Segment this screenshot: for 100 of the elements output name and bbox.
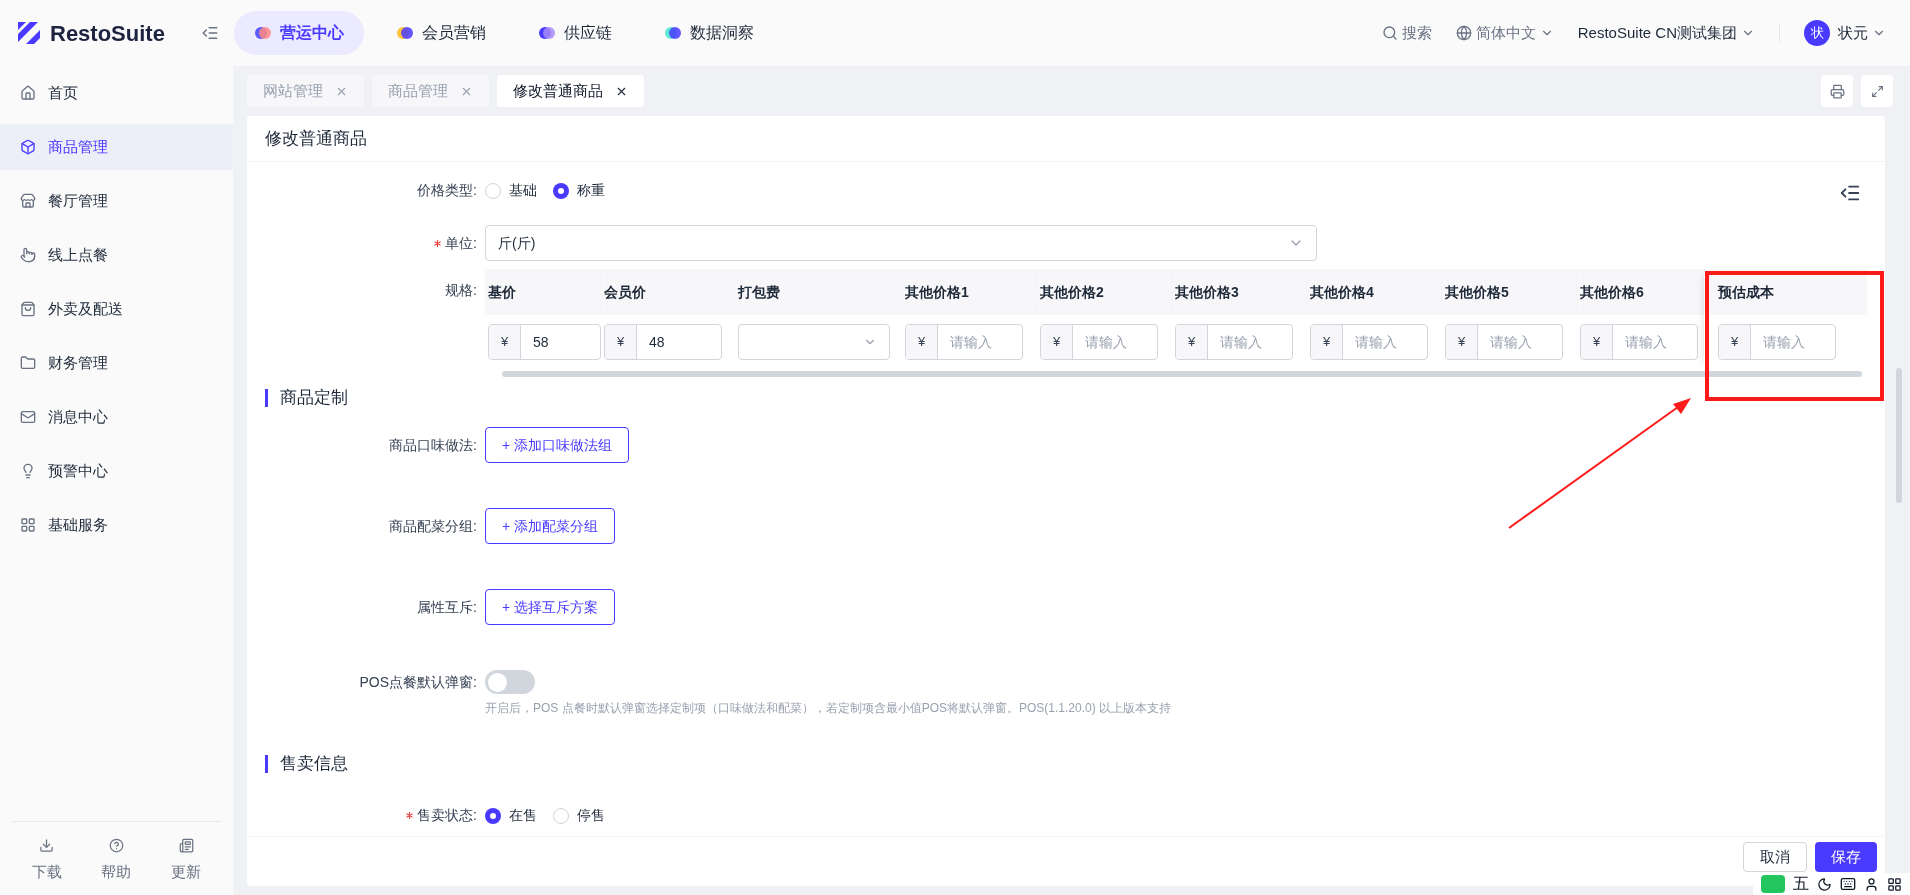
field-label: 单位: xyxy=(445,233,477,253)
price-field[interactable]: ¥ 48 xyxy=(604,324,722,360)
price-field[interactable]: ¥ 请输入 xyxy=(1445,324,1563,360)
footer-item-icon xyxy=(109,837,124,853)
app-icon xyxy=(538,24,556,42)
app-icon xyxy=(396,24,414,42)
radio-option[interactable]: 称重 xyxy=(553,180,605,201)
fullscreen-button[interactable] xyxy=(1861,75,1893,107)
cancel-button[interactable]: 取消 xyxy=(1743,842,1807,872)
currency-prefix: ¥ xyxy=(906,325,938,359)
organization-selector[interactable]: RestoSuite CN测试集团 xyxy=(1577,21,1755,45)
menu-item-icon xyxy=(20,517,36,533)
top-nav-tab[interactable]: 数据洞察 xyxy=(644,11,774,55)
table-header-cell: 其他价格2 xyxy=(1037,269,1172,315)
currency-prefix: ¥ xyxy=(1041,325,1073,359)
price-field[interactable]: ¥ 58 xyxy=(488,324,601,360)
menu-item-icon xyxy=(20,409,36,425)
top-nav-tab[interactable]: 供应链 xyxy=(518,11,632,55)
sidebar-footer-button[interactable]: 下载 xyxy=(31,837,62,883)
globe-icon xyxy=(1455,25,1472,41)
price-field[interactable]: ¥ 请输入 xyxy=(1718,324,1836,360)
menu-item-icon xyxy=(20,301,36,317)
sidebar-item[interactable]: 财务管理 xyxy=(0,340,233,386)
grid-icon[interactable] xyxy=(1887,876,1902,892)
user-menu[interactable]: 状元 xyxy=(1838,21,1886,45)
sidebar-item[interactable]: 消息中心 xyxy=(0,394,233,440)
footer-item-icon xyxy=(39,837,55,853)
currency-prefix: ¥ xyxy=(489,325,521,359)
sidebar-item[interactable]: 商品管理 xyxy=(0,124,233,170)
sidebar-footer-button[interactable]: 更新 xyxy=(171,837,202,883)
table-header-cell: 其他价格3 xyxy=(1172,269,1307,315)
save-button[interactable]: 保存 xyxy=(1815,842,1877,872)
table-header-cell: 打包费 xyxy=(735,269,902,315)
language-selector[interactable]: 简体中文 xyxy=(1455,21,1554,45)
sidebar-item[interactable]: 首页 xyxy=(0,70,233,116)
field-label: 价格类型: xyxy=(417,181,477,200)
currency-prefix: ¥ xyxy=(1176,325,1208,359)
price-field[interactable]: ¥ 请输入 xyxy=(1310,324,1428,360)
menu-item-icon xyxy=(20,139,36,155)
top-nav-tab[interactable]: 营运中心 xyxy=(234,11,364,55)
sidebar-item[interactable]: 餐厅管理 xyxy=(0,178,233,224)
currency-prefix: ¥ xyxy=(1719,325,1751,359)
ime-mode-label[interactable]: 五 xyxy=(1793,872,1809,895)
price-field[interactable]: ¥ 请输入 xyxy=(1580,324,1698,360)
toggle-switch[interactable] xyxy=(485,670,535,694)
print-button[interactable] xyxy=(1821,75,1853,107)
logo-text: RestoSuite xyxy=(50,19,165,48)
table-header-cell: 基价 xyxy=(485,269,601,315)
unit-select[interactable]: 斤(斤) xyxy=(485,225,1317,261)
top-nav-tab[interactable]: 会员营销 xyxy=(376,11,506,55)
radio-option[interactable]: 基础 xyxy=(485,180,537,201)
user-icon[interactable] xyxy=(1864,876,1879,892)
currency-prefix: ¥ xyxy=(605,325,637,359)
field-label: 属性互斥: xyxy=(417,597,477,617)
field-label: 商品口味做法: xyxy=(389,435,477,455)
add-option-button[interactable]: + 添加口味做法组 xyxy=(485,427,630,463)
menu-item-icon xyxy=(20,193,36,209)
price-field[interactable]: ¥ 请输入 xyxy=(1040,324,1158,360)
app-icon xyxy=(664,24,682,42)
price-field[interactable]: ¥ 请输入 xyxy=(905,324,1023,360)
radio-option[interactable]: 停售 xyxy=(553,805,605,826)
sidebar-item[interactable]: 预警中心 xyxy=(0,448,233,494)
section-title: 售卖信息 xyxy=(265,755,348,773)
select-field[interactable] xyxy=(738,324,890,360)
app-icon xyxy=(254,24,272,42)
user-avatar[interactable]: 状 xyxy=(1804,20,1830,46)
table-header-cell: 其他价格4 xyxy=(1307,269,1442,315)
add-option-button[interactable]: + 选择互斥方案 xyxy=(485,589,616,625)
menu-item-icon xyxy=(20,463,36,479)
search-button[interactable]: 搜索 xyxy=(1381,21,1432,45)
fullscreen-icon xyxy=(1870,84,1884,98)
moon-icon[interactable] xyxy=(1817,876,1832,892)
currency-prefix: ¥ xyxy=(1311,325,1343,359)
horizontal-scrollbar[interactable] xyxy=(502,371,1862,377)
radio-option[interactable]: 在售 xyxy=(485,805,537,826)
keyboard-icon[interactable] xyxy=(1840,876,1856,892)
vertical-scrollbar-thumb[interactable] xyxy=(1896,368,1902,503)
sidebar-item[interactable]: 线上点餐 xyxy=(0,232,233,278)
field-label: POS点餐默认弹窗: xyxy=(359,672,477,692)
field-label: 商品配菜分组: xyxy=(389,516,477,536)
search-icon xyxy=(1381,25,1398,41)
printer-icon xyxy=(1829,83,1845,99)
add-option-button[interactable]: + 添加配菜分组 xyxy=(485,508,616,544)
sidebar-footer-button[interactable]: 帮助 xyxy=(101,837,132,883)
footer-item-icon xyxy=(178,837,194,853)
table-header-cell: 其他价格5 xyxy=(1442,269,1577,315)
logo-icon xyxy=(16,20,42,46)
collapse-menu-icon[interactable] xyxy=(200,24,219,42)
price-field[interactable]: ¥ 请输入 xyxy=(1175,324,1293,360)
sidebar-item[interactable]: 外卖及配送 xyxy=(0,286,233,332)
menu-item-icon xyxy=(20,85,36,101)
currency-prefix: ¥ xyxy=(1581,325,1613,359)
menu-item-icon xyxy=(20,355,36,371)
page-tab[interactable]: 修改普通商品 xyxy=(497,75,644,107)
field-label: 售卖状态: xyxy=(417,806,477,825)
table-header-cell: 其他价格6 xyxy=(1577,269,1704,315)
section-title: 商品定制 xyxy=(265,389,348,407)
sidebar-item[interactable]: 基础服务 xyxy=(0,502,233,548)
table-header-cell: 其他价格1 xyxy=(902,269,1037,315)
field-label: 规格: xyxy=(445,281,477,300)
